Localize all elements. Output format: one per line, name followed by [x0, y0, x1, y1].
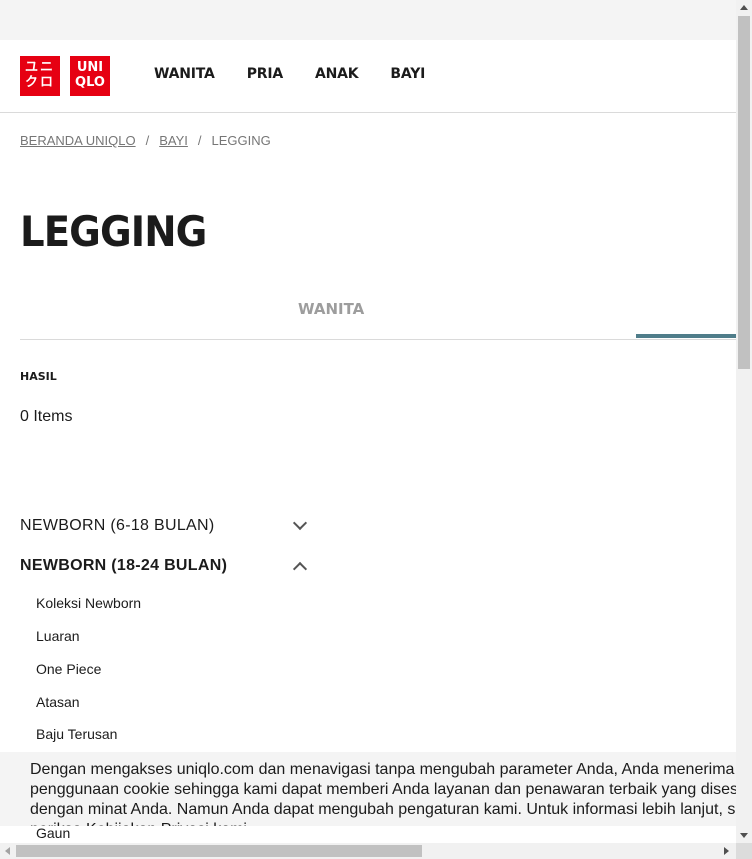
breadcrumb-bayi[interactable]: BAYI	[159, 133, 188, 148]
category-link-one-piece[interactable]: One Piece	[36, 661, 101, 677]
cookie-banner: Dengan mengakses uniqlo.com dan menaviga…	[0, 752, 736, 826]
site-header: ユニ クロ UNI QLO WANITA PRIA ANAK BAYI	[0, 40, 736, 113]
scroll-right-icon[interactable]	[724, 847, 729, 855]
top-strip	[0, 0, 736, 40]
nav-item-pria[interactable]: PRIA	[247, 66, 283, 82]
results-label: HASIL	[20, 370, 57, 383]
chevron-up-icon	[292, 561, 308, 577]
scroll-up-icon[interactable]	[740, 5, 748, 10]
nav-item-anak[interactable]: ANAK	[315, 66, 359, 82]
horizontal-scroll-thumb[interactable]	[16, 845, 422, 857]
breadcrumb-current: LEGGING	[211, 133, 271, 148]
breadcrumb-separator: /	[145, 133, 150, 148]
nav-item-wanita[interactable]: WANITA	[154, 66, 215, 82]
cookie-banner-text: Dengan mengakses uniqlo.com dan menaviga…	[30, 761, 736, 826]
logo-text: ユニ	[24, 60, 55, 75]
results-count: 0 Items	[20, 408, 73, 425]
category-link-gaun[interactable]: Gaun	[36, 825, 70, 841]
logo-text: UNI	[76, 60, 104, 75]
scrollbar-corner	[736, 843, 752, 859]
gender-tabs: WANITA	[20, 288, 736, 340]
uniqlo-logo-katakana[interactable]: ユニ クロ	[20, 56, 60, 96]
vertical-scrollbar[interactable]	[736, 0, 752, 843]
logo-text: クロ	[24, 75, 55, 90]
active-tab-indicator	[636, 334, 736, 338]
breadcrumb-separator: /	[197, 133, 202, 148]
chevron-down-icon	[292, 515, 308, 531]
logo-text: QLO	[75, 75, 105, 90]
accordion-label: NEWBORN (6-18 BULAN)	[20, 517, 215, 534]
horizontal-scrollbar[interactable]	[0, 843, 752, 859]
breadcrumb: BERANDA UNIQLO / BAYI / LEGGING	[20, 133, 271, 148]
category-link-luaran[interactable]: Luaran	[36, 628, 80, 644]
scroll-down-icon[interactable]	[740, 833, 748, 838]
tab-wanita[interactable]: WANITA	[298, 300, 364, 318]
accordion-label: NEWBORN (18-24 BULAN)	[20, 557, 228, 574]
accordion-newborn-6-18[interactable]: NEWBORN (6-18 BULAN)	[20, 514, 310, 538]
page-title: LEGGING	[20, 207, 207, 256]
scroll-left-icon[interactable]	[5, 847, 10, 855]
category-link-koleksi-newborn[interactable]: Koleksi Newborn	[36, 595, 141, 611]
vertical-scroll-thumb[interactable]	[738, 16, 750, 369]
uniqlo-logo-latin[interactable]: UNI QLO	[70, 56, 110, 96]
accordion-newborn-18-24[interactable]: NEWBORN (18-24 BULAN)	[20, 554, 310, 578]
category-link-atasan[interactable]: Atasan	[36, 694, 80, 710]
breadcrumb-home[interactable]: BERANDA UNIQLO	[20, 133, 136, 148]
nav-item-bayi[interactable]: BAYI	[390, 66, 425, 82]
category-link-baju-terusan[interactable]: Baju Terusan	[36, 726, 117, 742]
main-nav: WANITA PRIA ANAK BAYI	[154, 66, 457, 82]
